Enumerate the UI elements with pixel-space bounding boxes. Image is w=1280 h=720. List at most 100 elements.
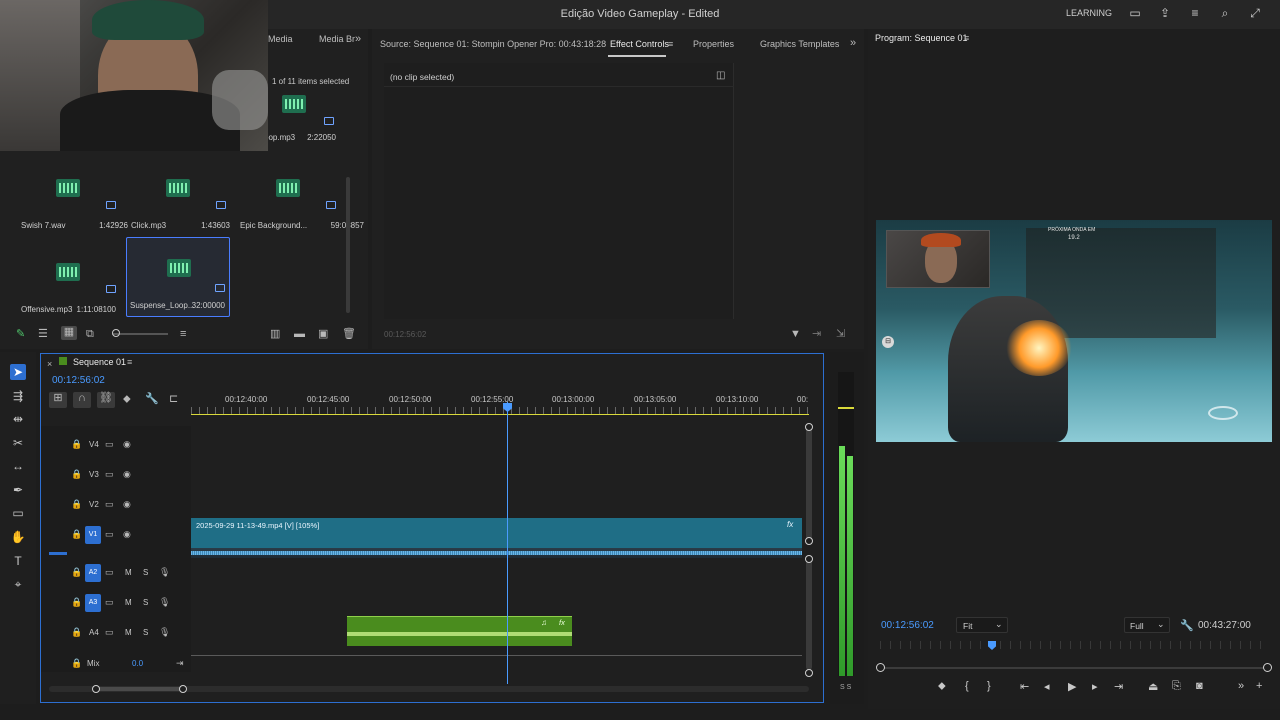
tab-properties[interactable]: Properties: [693, 39, 734, 49]
eye-icon[interactable]: ◉: [123, 468, 131, 480]
scroll-handle[interactable]: [805, 423, 813, 431]
tab-sequence[interactable]: Sequence 01: [73, 357, 126, 367]
project-item-selected[interactable]: Suspense_Loop... 32:00000: [126, 237, 230, 317]
tab-menu-icon[interactable]: ≡: [668, 38, 673, 50]
close-tab-icon[interactable]: ×: [47, 358, 52, 370]
mix-end-icon[interactable]: ⇥: [176, 657, 184, 669]
mark-out-icon[interactable]: }: [987, 680, 991, 692]
solo-button[interactable]: S: [143, 628, 148, 637]
step-back-icon[interactable]: ◂: [1044, 680, 1050, 693]
audio-clip-a1[interactable]: [191, 548, 802, 558]
eye-icon[interactable]: ◉: [123, 498, 131, 510]
export-frame-icon[interactable]: ⇲: [836, 328, 845, 340]
go-to-in-icon[interactable]: ⇤: [1020, 680, 1029, 693]
program-title[interactable]: Program: Sequence 01: [875, 33, 968, 43]
sync-lock-icon[interactable]: ▭: [105, 596, 114, 608]
step-forward-icon[interactable]: ▸: [1092, 680, 1098, 693]
panel-overflow-icon[interactable]: »: [850, 37, 856, 49]
lift-icon[interactable]: ⏏: [1148, 680, 1158, 693]
track-target-v1[interactable]: V1: [85, 526, 101, 544]
go-to-out-icon[interactable]: ⇥: [1114, 680, 1123, 693]
lock-icon[interactable]: 🔒: [71, 566, 82, 578]
source-patch-a1[interactable]: [49, 552, 67, 555]
search-icon[interactable]: ⌕: [1218, 6, 1232, 20]
new-item-icon[interactable]: ▣: [318, 328, 328, 340]
razor-icon[interactable]: ✂: [10, 435, 26, 451]
meter-solo-labels[interactable]: S S: [840, 684, 851, 691]
icon-view-icon[interactable]: ▦: [61, 326, 77, 340]
program-video-frame[interactable]: PRÓXIMA ONDA EM 19.2 ⊟: [876, 220, 1272, 442]
zoom-bar[interactable]: [880, 667, 1268, 669]
microphone-icon[interactable]: 🎙: [159, 566, 170, 578]
timeline-playhead[interactable]: [507, 402, 508, 684]
menu-icon[interactable]: ≡: [1188, 6, 1202, 20]
panel-overflow-icon[interactable]: »: [355, 33, 361, 45]
microphone-icon[interactable]: 🎙: [159, 626, 170, 638]
play-only-audio-icon[interactable]: ⇥: [812, 328, 821, 340]
zoom-handle-right[interactable]: [179, 685, 187, 693]
mute-button[interactable]: M: [125, 628, 132, 637]
zoom-slider-handle[interactable]: [112, 329, 120, 337]
list-view-icon[interactable]: ☰: [38, 328, 48, 340]
lock-icon[interactable]: 🔒: [71, 498, 82, 510]
sort-icon[interactable]: ≡: [180, 328, 186, 340]
tab-source[interactable]: Source: Sequence 01: Stompin Opener Pro:…: [380, 39, 606, 49]
zoom-bar-left-handle[interactable]: [876, 663, 885, 672]
pencil-icon[interactable]: ✎: [16, 328, 25, 340]
snap-icon[interactable]: ∩: [73, 392, 91, 408]
fullscreen-icon[interactable]: ⤢: [1248, 6, 1262, 20]
selection-tool-icon[interactable]: ➤: [10, 364, 26, 380]
camera-icon[interactable]: ◙: [1196, 680, 1203, 692]
lock-icon[interactable]: 🔒: [71, 626, 82, 638]
lock-icon[interactable]: 🔒: [71, 438, 82, 450]
sync-lock-icon[interactable]: ▭: [105, 498, 114, 510]
tab-effect-controls[interactable]: Effect Controls: [610, 39, 669, 49]
eye-icon[interactable]: ◉: [123, 438, 131, 450]
zoom-handle-left[interactable]: [92, 685, 100, 693]
tab-media[interactable]: Media: [268, 34, 293, 44]
tab-graphics-templates[interactable]: Graphics Templates: [760, 39, 839, 49]
scroll-handle[interactable]: [805, 669, 813, 677]
show-timeline-icon[interactable]: ◫: [716, 70, 725, 82]
video-tracks-scrollbar[interactable]: [806, 426, 812, 540]
type-icon[interactable]: T: [10, 553, 26, 569]
sync-lock-icon[interactable]: ▭: [105, 468, 114, 480]
lock-icon[interactable]: 🔒: [71, 468, 82, 480]
mute-button[interactable]: M: [125, 598, 132, 607]
mix-value[interactable]: 0.0: [132, 659, 143, 668]
track-target-a2[interactable]: A2: [85, 564, 101, 582]
add-marker-icon[interactable]: ⬥: [938, 680, 946, 693]
sync-lock-icon[interactable]: ▭: [105, 528, 114, 540]
lock-icon[interactable]: 🔒: [71, 657, 82, 669]
work-area-bar[interactable]: [191, 414, 809, 415]
track-select-icon[interactable]: ⇶: [10, 388, 26, 404]
audio-tracks-scrollbar[interactable]: [806, 558, 812, 670]
project-item[interactable]: Offensive.mp3 1:11:08100: [16, 255, 116, 335]
quality-dropdown[interactable]: Full ⌄: [1124, 617, 1170, 633]
linked-selection-icon[interactable]: ⛓: [97, 392, 115, 408]
captions-icon[interactable]: ⊏: [169, 393, 178, 405]
project-item[interactable]: Swish 7.wav 1:42926: [16, 171, 128, 251]
zoom-bar-right-handle[interactable]: [1263, 663, 1272, 672]
overflow-icon[interactable]: »: [1238, 680, 1244, 692]
add-marker-icon[interactable]: ⬥: [123, 393, 131, 405]
lock-icon[interactable]: 🔒: [71, 596, 82, 608]
program-timecode[interactable]: 00:12:56:02: [881, 620, 934, 631]
microphone-icon[interactable]: 🎙: [159, 596, 170, 608]
mark-in-icon[interactable]: {: [965, 680, 969, 692]
share-icon[interactable]: ⇪: [1158, 6, 1172, 20]
wrench-icon[interactable]: 🔧: [145, 393, 159, 405]
mute-button[interactable]: M: [125, 568, 132, 577]
timeline-timecode[interactable]: 00:12:56:02: [52, 375, 105, 386]
wrench-icon[interactable]: 🔧: [1180, 620, 1194, 632]
freeform-view-icon[interactable]: ⧉: [86, 328, 94, 340]
learning-label[interactable]: LEARNING: [1066, 8, 1112, 18]
pen-icon[interactable]: ✒: [10, 482, 26, 498]
rectangle-icon[interactable]: ▭: [10, 505, 26, 521]
tab-media-browser[interactable]: Media Br: [319, 34, 355, 44]
slip-icon[interactable]: ↔: [10, 458, 26, 474]
audio-clip-a4[interactable]: ♫ fx: [347, 616, 572, 646]
trash-icon[interactable]: 🗑: [342, 328, 356, 340]
nest-icon[interactable]: ⊞: [49, 392, 67, 408]
fit-dropdown[interactable]: Fit ⌄: [956, 617, 1008, 633]
